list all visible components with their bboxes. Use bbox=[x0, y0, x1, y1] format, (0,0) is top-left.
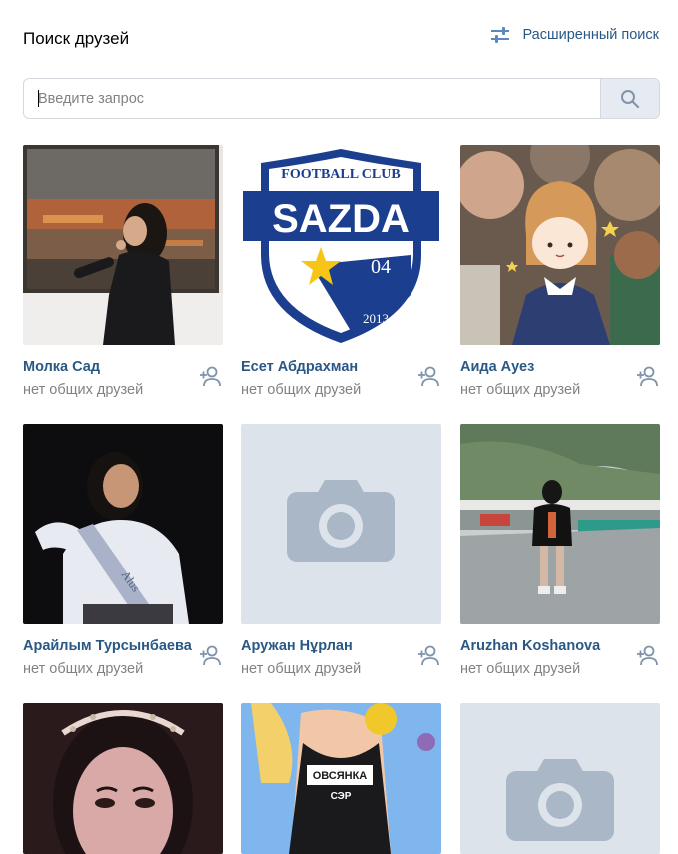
cartoon-swimsuit-illustration: ОВСЯНКА СЭР bbox=[241, 703, 441, 854]
add-friend-icon[interactable] bbox=[199, 365, 223, 387]
mutual-friends: нет общих друзей bbox=[23, 661, 144, 677]
avatar[interactable] bbox=[460, 703, 660, 854]
avatar[interactable] bbox=[241, 424, 441, 624]
logo-top-text: FOOTBALL CLUB bbox=[281, 167, 400, 182]
avatar[interactable]: ОВСЯНКА СЭР bbox=[241, 703, 441, 854]
girl-walking-road-photo bbox=[460, 424, 660, 624]
search-button[interactable] bbox=[600, 79, 659, 118]
avatar[interactable]: FOOTBALL CLUB SAZDA 04 2013 bbox=[241, 145, 441, 345]
logo-number-text: 04 bbox=[371, 256, 391, 278]
person-card: Alus Арайлым Турсынбаева нет общих друзе… bbox=[23, 424, 223, 677]
person-name[interactable]: Аружан Нұрлан bbox=[241, 638, 353, 654]
person-card: Молка Сад нет общих друзей bbox=[23, 145, 223, 398]
avatar[interactable] bbox=[23, 145, 223, 345]
girl-gallery-photo bbox=[23, 145, 223, 345]
search-bar bbox=[23, 78, 660, 119]
avatar[interactable] bbox=[23, 703, 223, 854]
mutual-friends: нет общих друзей bbox=[241, 661, 362, 677]
add-friend-icon[interactable] bbox=[636, 644, 660, 666]
person-name[interactable]: Молка Сад bbox=[23, 359, 100, 375]
camera-placeholder-icon bbox=[506, 759, 614, 841]
swimsuit-text-line2: СЭР bbox=[331, 791, 352, 802]
advanced-search-link[interactable]: Расширенный поиск bbox=[490, 27, 659, 43]
cartoon-girl-illustration bbox=[460, 145, 660, 345]
person-card: FOOTBALL CLUB SAZDA 04 2013 Есет Абдрахм… bbox=[241, 145, 441, 398]
person-name[interactable]: Aruzhan Koshanova bbox=[460, 638, 600, 654]
girl-selfie-photo bbox=[23, 703, 223, 854]
mutual-friends: нет общих друзей bbox=[241, 382, 362, 398]
add-friend-icon[interactable] bbox=[417, 365, 441, 387]
mutual-friends: нет общих друзей bbox=[23, 382, 144, 398]
page-header: Поиск друзей Расширенный поиск bbox=[0, 0, 678, 78]
add-friend-icon[interactable] bbox=[199, 644, 223, 666]
person-card: Аида Ауез нет общих друзей bbox=[460, 145, 660, 398]
avatar[interactable]: Alus bbox=[23, 424, 223, 624]
search-input[interactable] bbox=[24, 79, 600, 118]
mutual-friends: нет общих друзей bbox=[460, 382, 581, 398]
filter-sliders-icon bbox=[491, 27, 510, 43]
logo-year-text: 2013 bbox=[363, 311, 389, 326]
add-friend-icon[interactable] bbox=[417, 644, 441, 666]
text-cursor bbox=[38, 90, 39, 107]
person-card bbox=[460, 703, 660, 854]
logo-name-text: SAZDA bbox=[272, 197, 410, 241]
avatar[interactable] bbox=[460, 145, 660, 345]
swimsuit-text-line1: ОВСЯНКА bbox=[313, 770, 368, 782]
person-name[interactable]: Арайлым Турсынбаева bbox=[23, 638, 192, 654]
avatar[interactable] bbox=[460, 424, 660, 624]
person-name[interactable]: Есет Абдрахман bbox=[241, 359, 358, 375]
girl-graduation-sash-photo: Alus bbox=[23, 424, 223, 624]
mutual-friends: нет общих друзей bbox=[460, 661, 581, 677]
person-name[interactable]: Аида Ауез bbox=[460, 359, 534, 375]
camera-placeholder-icon bbox=[287, 480, 395, 562]
sazda-fc-logo: FOOTBALL CLUB SAZDA 04 2013 bbox=[241, 145, 441, 345]
person-card: ОВСЯНКА СЭР bbox=[241, 703, 441, 854]
add-friend-icon[interactable] bbox=[636, 365, 660, 387]
person-card: Aruzhan Koshanova нет общих друзей bbox=[460, 424, 660, 677]
person-card bbox=[23, 703, 223, 854]
advanced-search-label: Расширенный поиск bbox=[522, 27, 659, 43]
person-card: Аружан Нұрлан нет общих друзей bbox=[241, 424, 441, 677]
page-title: Поиск друзей bbox=[23, 29, 130, 48]
search-icon bbox=[621, 89, 640, 108]
